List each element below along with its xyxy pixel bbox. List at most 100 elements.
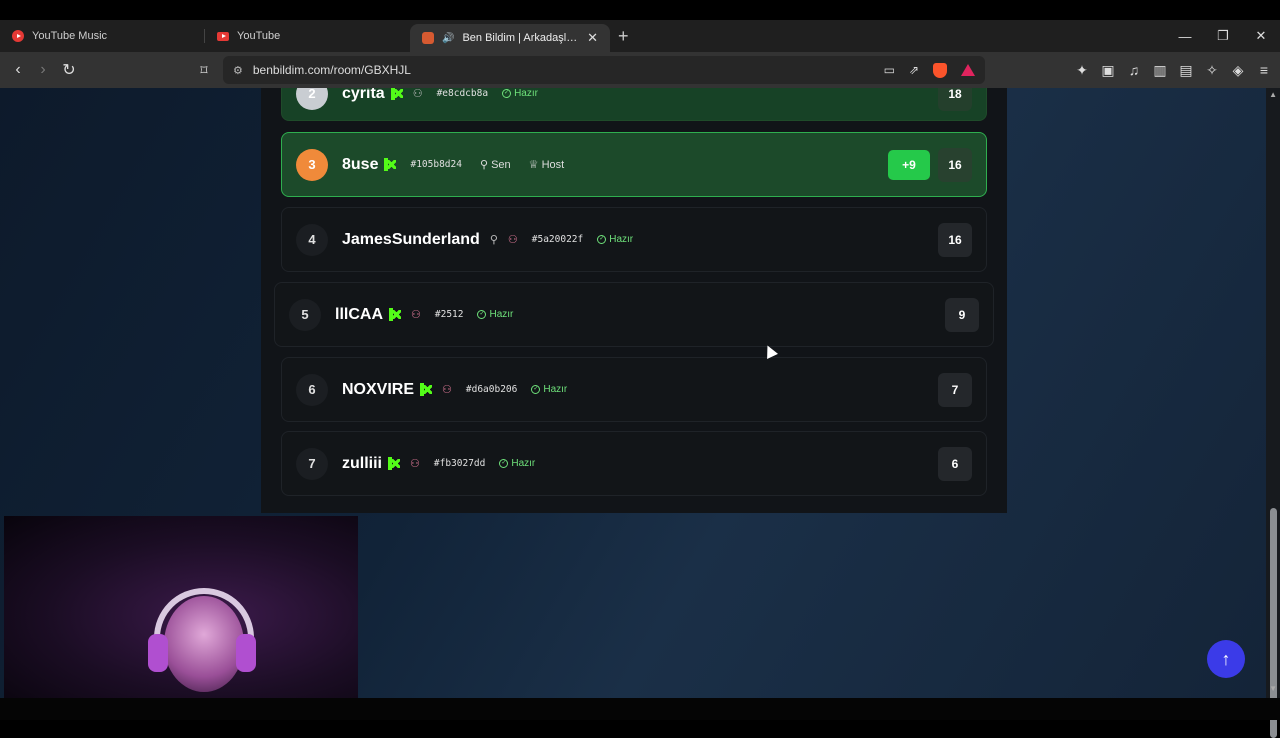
host-text: Host bbox=[541, 159, 565, 171]
player-name: lllCAA bbox=[335, 305, 383, 323]
player-score: 6 bbox=[938, 446, 972, 481]
sidebar-icon[interactable]: ▥ bbox=[1152, 62, 1168, 79]
add-friend-icon[interactable]: ⚇ bbox=[508, 233, 518, 246]
kick-icon bbox=[384, 158, 397, 171]
tab-title: YouTube Music bbox=[32, 30, 108, 42]
ready-status: ✓ Hazır bbox=[597, 234, 633, 245]
site-info-icon[interactable]: ⚙ bbox=[233, 64, 243, 77]
scroll-up-arrow-icon[interactable]: ▲ bbox=[1269, 90, 1277, 99]
ready-label: Hazır bbox=[511, 458, 536, 469]
tab-bar: YouTube Music YouTube 🔊 Ben Bildim | Ark… bbox=[0, 20, 1280, 52]
youtube-icon bbox=[217, 31, 229, 41]
rank-badge: 6 bbox=[296, 373, 328, 406]
kick-icon bbox=[390, 88, 403, 100]
kick-icon bbox=[388, 457, 400, 470]
scroll-to-top-button[interactable]: ↑ bbox=[1207, 640, 1245, 678]
player-code: #d6a0b206 bbox=[465, 384, 518, 395]
menu-icon[interactable]: ≡ bbox=[1256, 62, 1272, 78]
close-window-button[interactable]: ✕ bbox=[1242, 28, 1280, 44]
player-row: 5 lllCAA ⚇ #2512 ✓ Hazır 9 bbox=[274, 282, 994, 347]
check-icon: ✓ bbox=[531, 385, 541, 394]
player-row: 2 cyrita ⚇ #e8cdcb8a ✓ Hazır 18 bbox=[281, 88, 987, 121]
rank-badge: 5 bbox=[289, 298, 321, 331]
kick-icon bbox=[420, 383, 433, 396]
headphone-cup-right bbox=[236, 634, 256, 672]
webcam-overlay bbox=[4, 516, 358, 716]
ready-status: ✓ Hazır bbox=[477, 309, 513, 320]
minimize-button[interactable]: — bbox=[1166, 29, 1204, 44]
host-label: ♕ Host bbox=[529, 158, 565, 171]
player-name: zulliii bbox=[342, 454, 382, 472]
url-text[interactable]: benbildim.com/room/GBXHJL bbox=[253, 63, 411, 77]
ready-label: Hazır bbox=[489, 309, 514, 320]
player-score: 16 bbox=[938, 147, 972, 182]
leaderboard-panel: 2 cyrita ⚇ #e8cdcb8a ✓ Hazır 18 3 8use #1… bbox=[261, 88, 1007, 513]
restore-button[interactable]: ❐ bbox=[1204, 28, 1242, 44]
screen-top-bar bbox=[0, 0, 1280, 20]
add-friend-icon[interactable]: ⚇ bbox=[411, 308, 421, 321]
cast-icon[interactable]: ▭ bbox=[884, 63, 895, 77]
crown-icon: ♕ bbox=[528, 159, 542, 171]
round-points-badge: +9 bbox=[888, 149, 930, 180]
player-score: 9 bbox=[945, 297, 979, 332]
vpn-icon[interactable]: ◈ bbox=[1230, 62, 1246, 79]
ready-status: ✓ Hazır bbox=[531, 384, 567, 395]
ready-label: Hazır bbox=[543, 384, 568, 395]
leo-ai-icon[interactable]: ✧ bbox=[1204, 62, 1220, 79]
address-bar[interactable]: ⚙ benbildim.com/room/GBXHJL ▭ ⇗ bbox=[223, 56, 985, 84]
player-code: #e8cdcb8a bbox=[436, 88, 489, 99]
ready-label: Hazır bbox=[514, 88, 538, 99]
player-name: 8use bbox=[342, 155, 379, 173]
player-name: cyrita bbox=[342, 88, 385, 102]
rank-badge: 2 bbox=[296, 88, 328, 110]
forward-arrow-icon[interactable]: › bbox=[31, 61, 55, 79]
screenshot-icon[interactable]: ▣ bbox=[1100, 62, 1116, 79]
extensions-icon[interactable]: ✦ bbox=[1074, 62, 1090, 79]
kick-icon bbox=[389, 308, 401, 321]
headphone-cup-left bbox=[148, 634, 168, 672]
player-name: JamesSunderland bbox=[342, 230, 480, 248]
tab-benbildim[interactable]: 🔊 Ben Bildim | Arkadaşlarınla Online ✕ bbox=[410, 24, 610, 52]
tab-title: YouTube bbox=[237, 30, 281, 42]
wallet-icon[interactable]: ▤ bbox=[1178, 62, 1194, 79]
bottom-bar bbox=[0, 698, 1280, 720]
player-code: #5a20022f bbox=[531, 234, 584, 245]
player-score: 16 bbox=[938, 222, 972, 257]
rank-badge: 7 bbox=[296, 447, 328, 480]
player-code: #105b8d24 bbox=[410, 159, 462, 170]
music-icon[interactable]: ♫ bbox=[1126, 62, 1142, 78]
add-friend-icon[interactable]: ⚇ bbox=[442, 383, 452, 396]
new-tab-button[interactable]: + bbox=[618, 26, 629, 47]
player-row: 6 NOXVIRE ⚇ #d6a0b206 ✓ Hazır 7 bbox=[281, 357, 987, 422]
scroll-down-arrow-icon[interactable]: ▼ bbox=[1269, 684, 1277, 693]
reload-icon[interactable]: ↻ bbox=[57, 60, 81, 80]
speaker-icon: 🔊 bbox=[442, 32, 455, 44]
share-icon[interactable]: ⇗ bbox=[909, 63, 919, 77]
player-score: 7 bbox=[938, 372, 972, 407]
window-controls: — ❐ ✕ bbox=[1166, 20, 1280, 52]
youtube-music-icon bbox=[12, 30, 24, 42]
check-icon: ✓ bbox=[477, 310, 487, 319]
add-friend-icon[interactable]: ⚇ bbox=[410, 457, 420, 470]
back-arrow-icon[interactable]: ‹ bbox=[6, 61, 30, 79]
player-code: #2512 bbox=[434, 309, 464, 320]
extensions-toolbar: ✦ ▣ ♫ ▥ ▤ ✧ ◈ ≡ bbox=[1074, 52, 1272, 88]
scrollbar[interactable] bbox=[1266, 88, 1280, 738]
site-icon bbox=[422, 32, 434, 44]
you-label: ⚲ Sen bbox=[480, 158, 511, 171]
you-text: Sen bbox=[491, 159, 511, 171]
tab-youtube-music[interactable]: YouTube Music bbox=[0, 22, 205, 50]
tab-youtube[interactable]: YouTube bbox=[205, 22, 410, 50]
brave-rewards-icon[interactable] bbox=[961, 64, 975, 76]
check-icon: ✓ bbox=[499, 459, 509, 468]
player-row: 4 JamesSunderland ⚲ ⚇ #5a20022f ✓ Hazır 1… bbox=[281, 207, 987, 272]
bookmark-icon[interactable]: ⌑ bbox=[192, 62, 216, 79]
brave-shields-icon[interactable] bbox=[933, 62, 947, 78]
player-name: NOXVIRE bbox=[342, 380, 415, 398]
check-icon: ✓ bbox=[502, 89, 512, 98]
tab-title: Ben Bildim | Arkadaşlarınla Online bbox=[462, 32, 580, 44]
close-tab-icon[interactable]: ✕ bbox=[587, 30, 598, 46]
player-score: 18 bbox=[938, 88, 972, 111]
add-friend-icon[interactable]: ⚇ bbox=[413, 88, 423, 100]
player-code: #fb3027dd bbox=[433, 458, 486, 469]
